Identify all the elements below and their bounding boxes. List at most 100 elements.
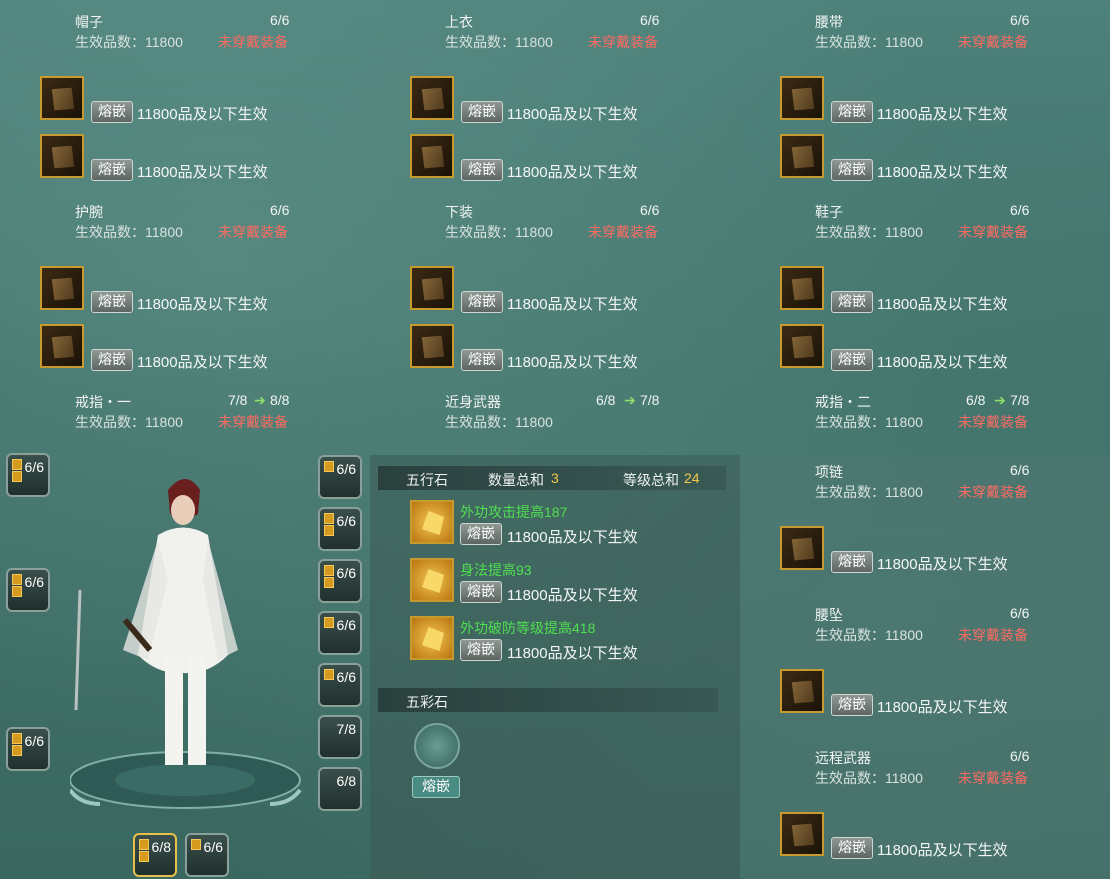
- slot-count: 6/6: [336, 461, 356, 477]
- right-slot[interactable]: 6/6: [318, 507, 362, 551]
- slot-count: 7/8: [336, 721, 356, 737]
- wuxing-stone-icon[interactable]: [410, 616, 454, 660]
- inlay-button[interactable]: 熔嵌: [831, 837, 873, 859]
- slot-warning: 未穿戴装备: [958, 484, 1028, 500]
- gem-mini-icon: [324, 577, 334, 588]
- inlay-button[interactable]: 熔嵌: [831, 159, 873, 181]
- slot-warning: 未穿戴装备: [218, 34, 288, 50]
- effect-text: 11800品及以下生效: [877, 296, 1008, 313]
- gem-icon[interactable]: [40, 324, 84, 368]
- right-slot[interactable]: 6/8: [318, 767, 362, 811]
- gem-mini-icon: [12, 459, 22, 470]
- slot-quality: 生效品数：11800: [445, 414, 553, 430]
- inlay-button[interactable]: 熔嵌: [461, 349, 503, 371]
- slot-title: 帽子: [75, 14, 103, 30]
- slot-count: 6/8: [336, 773, 356, 789]
- upgrade-arrow-icon: ➔: [624, 392, 636, 408]
- gem-icon[interactable]: [410, 266, 454, 310]
- right-slot[interactable]: 6/6: [318, 455, 362, 499]
- inlay-button[interactable]: 熔嵌: [831, 694, 873, 716]
- gem-icon[interactable]: [40, 266, 84, 310]
- slot-count: 6/8: [151, 839, 171, 855]
- inlay-button[interactable]: 熔嵌: [91, 101, 133, 123]
- bottom-slot-selected[interactable]: 6/8: [133, 833, 177, 877]
- inlay-button[interactable]: 熔嵌: [461, 159, 503, 181]
- gem-icon[interactable]: [40, 134, 84, 178]
- right-slot[interactable]: 7/8: [318, 715, 362, 759]
- gem-icon[interactable]: [780, 266, 824, 310]
- slot-count: 6/6: [336, 565, 356, 581]
- right-slot[interactable]: 6/6: [318, 611, 362, 655]
- gem-icon[interactable]: [780, 324, 824, 368]
- slot-count: 6/6: [203, 839, 223, 855]
- equip-panel-ring1: 戒指・一 7/8 ➔ 8/8 生效品数：11800 未穿戴装备: [0, 380, 370, 440]
- stone-effect: 外功破防等级提高418: [460, 620, 596, 636]
- inlay-button[interactable]: 熔嵌: [91, 291, 133, 313]
- slot-count: 6/6: [640, 12, 660, 28]
- gem-icon[interactable]: [40, 76, 84, 120]
- slot-quality: 生效品数：11800: [815, 224, 923, 240]
- left-slot[interactable]: 6/6: [6, 727, 50, 771]
- effect-text: 11800品及以下生效: [507, 587, 638, 604]
- gem-icon[interactable]: [780, 526, 824, 570]
- inlay-button[interactable]: 熔嵌: [461, 101, 503, 123]
- slot-quality: 生效品数：11800: [815, 627, 923, 643]
- slot-next-count: 7/8: [640, 392, 660, 408]
- slot-count: 6/6: [640, 202, 660, 218]
- right-slot[interactable]: 6/6: [318, 559, 362, 603]
- inlay-button[interactable]: 熔嵌: [460, 523, 502, 545]
- inlay-button[interactable]: 熔嵌: [91, 349, 133, 371]
- equip-panel-necklace: 项链 6/6 生效品数：11800 未穿戴装备 熔嵌 11800品及以下生效: [740, 450, 1110, 590]
- slot-title: 近身武器: [445, 394, 501, 410]
- gem-icon[interactable]: [780, 76, 824, 120]
- upgrade-arrow-icon: ➔: [994, 392, 1006, 408]
- gem-mini-icon: [12, 745, 22, 756]
- gem-mini-icon: [191, 839, 201, 850]
- gem-icon[interactable]: [410, 134, 454, 178]
- slot-warning: 未穿戴装备: [218, 224, 288, 240]
- slot-title: 鞋子: [815, 204, 843, 220]
- gem-mini-icon: [324, 565, 334, 576]
- inlay-button[interactable]: 熔嵌: [460, 639, 502, 661]
- equip-panel-weapon: 近身武器 6/8 ➔ 7/8 生效品数：11800: [370, 380, 740, 440]
- left-slot[interactable]: 6/6: [6, 568, 50, 612]
- slot-count: 6/6: [1010, 748, 1030, 764]
- wuxing-stone-icon[interactable]: [410, 500, 454, 544]
- slot-count: 6/6: [270, 202, 290, 218]
- slot-count: 6/6: [1010, 462, 1030, 478]
- right-slot[interactable]: 6/6: [318, 663, 362, 707]
- gem-icon[interactable]: [780, 669, 824, 713]
- slot-count: 6/6: [1010, 12, 1030, 28]
- wucai-inlay-button[interactable]: 熔嵌: [412, 776, 460, 798]
- left-slot[interactable]: 6/6: [6, 453, 50, 497]
- gem-mini-icon: [139, 851, 149, 862]
- equip-panel-pendant: 腰坠 6/6 生效品数：11800 未穿戴装备 熔嵌 11800品及以下生效: [740, 593, 1110, 733]
- slot-count: 7/8: [228, 392, 248, 408]
- wuxing-stone-icon[interactable]: [410, 558, 454, 602]
- slot-title: 戒指・一: [75, 394, 131, 410]
- equip-panel-bracer: 护腕 6/6 生效品数：11800 未穿戴装备 熔嵌 11800品及以下生效 熔…: [0, 190, 370, 380]
- equip-panel-coat: 上衣 6/6 生效品数：11800 未穿戴装备 熔嵌 11800品及以下生效 熔…: [370, 0, 740, 190]
- inlay-button[interactable]: 熔嵌: [831, 291, 873, 313]
- wuxing-header: 五行石 数量总和 3 等级总和 24: [378, 466, 726, 490]
- slot-quality: 生效品数：11800: [75, 414, 183, 430]
- gem-icon[interactable]: [410, 76, 454, 120]
- inlay-button[interactable]: 熔嵌: [831, 551, 873, 573]
- slot-quality: 生效品数：11800: [75, 34, 183, 50]
- gem-icon[interactable]: [780, 134, 824, 178]
- slot-next-count: 7/8: [1010, 392, 1030, 408]
- gem-icon[interactable]: [780, 812, 824, 856]
- bottom-slot[interactable]: 6/6: [185, 833, 229, 877]
- slot-title: 上衣: [445, 14, 473, 30]
- equip-panel-belt: 腰带 6/6 生效品数：11800 未穿戴装备 熔嵌 11800品及以下生效 熔…: [740, 0, 1110, 190]
- stone-effect: 身法提高93: [460, 562, 532, 578]
- inlay-button[interactable]: 熔嵌: [461, 291, 503, 313]
- wucai-slot-icon[interactable]: [414, 723, 460, 769]
- inlay-button[interactable]: 熔嵌: [91, 159, 133, 181]
- inlay-button[interactable]: 熔嵌: [831, 101, 873, 123]
- inlay-button[interactable]: 熔嵌: [460, 581, 502, 603]
- gem-icon[interactable]: [410, 324, 454, 368]
- effect-text: 11800品及以下生效: [507, 529, 638, 546]
- slot-warning: 未穿戴装备: [588, 34, 658, 50]
- inlay-button[interactable]: 熔嵌: [831, 349, 873, 371]
